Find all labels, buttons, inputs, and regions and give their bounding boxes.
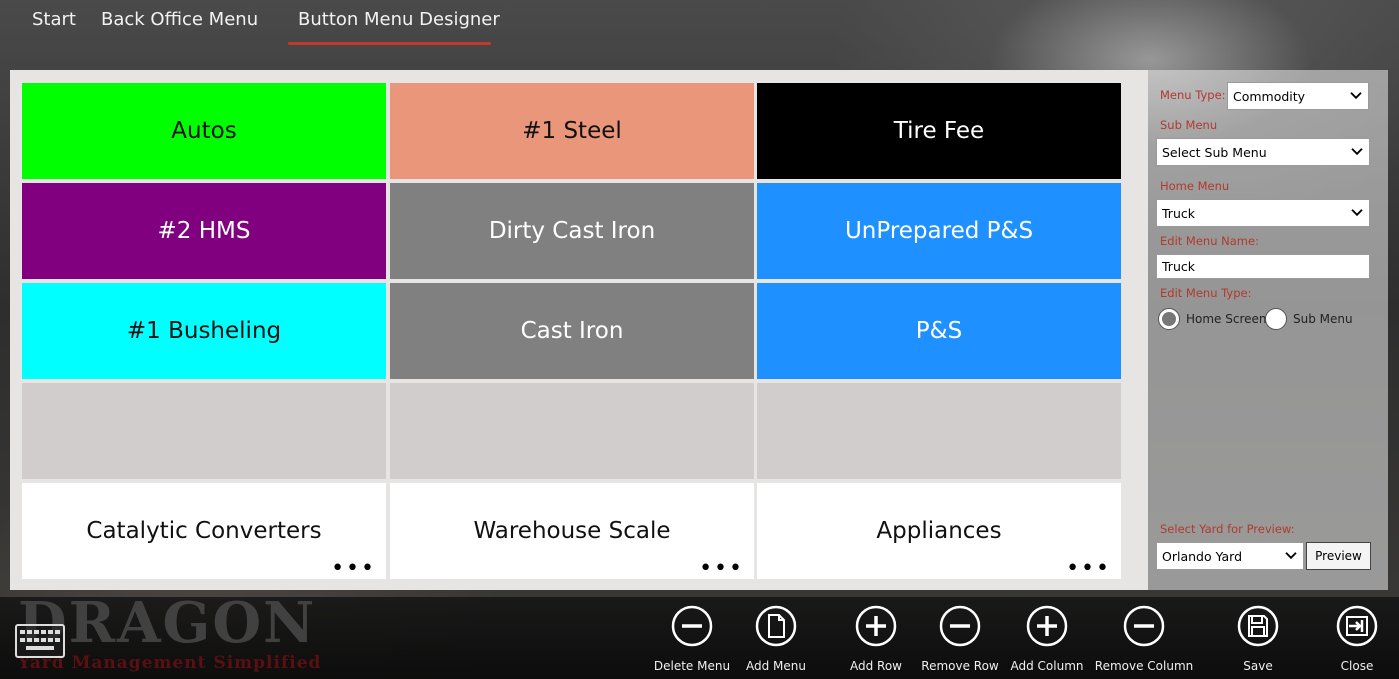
sub-menu-label: Sub Menu (1160, 118, 1218, 132)
menu-button-cell[interactable]: #2 HMS (22, 183, 386, 279)
button-grid: Autos #1 Steel Tire Fee #2 HMS Dirty Cast Ir… (22, 83, 1122, 580)
radio-unselected-icon (1265, 308, 1287, 330)
more-options-icon[interactable]: ••• (1066, 558, 1111, 580)
nav-button-menu-designer[interactable]: Button Menu Designer (298, 9, 500, 30)
menu-button-cell[interactable]: Autos (22, 83, 386, 179)
nav-start[interactable]: Start (32, 9, 76, 30)
select-yard-label: Select Yard for Preview: (1160, 522, 1295, 536)
chevron-down-icon (1351, 209, 1363, 217)
menu-button-cell[interactable]: #1 Busheling (22, 283, 386, 379)
exit-icon (1336, 605, 1378, 647)
menu-type-select[interactable]: Commodity (1227, 82, 1369, 110)
menu-button-label: UnPrepared P&S (844, 218, 1034, 244)
add-menu-button[interactable]: Add Menu (726, 604, 826, 679)
more-options-icon[interactable]: ••• (699, 558, 744, 580)
radio-home-screen-label: Home Screen (1186, 312, 1267, 326)
home-menu-select[interactable]: Truck (1156, 199, 1370, 227)
radio-sub-menu-label: Sub Menu (1293, 312, 1353, 326)
preview-button[interactable]: Preview (1306, 542, 1371, 570)
close-button[interactable]: Close (1307, 604, 1399, 679)
menu-button-label: Warehouse Scale (473, 518, 671, 544)
remove-row-label: Remove Row (921, 659, 999, 673)
plus-circle-icon (855, 605, 897, 647)
save-button[interactable]: Save (1208, 604, 1308, 679)
minus-circle-icon (1123, 605, 1165, 647)
sub-menu-value: Select Sub Menu (1162, 144, 1267, 160)
save-icon (1237, 605, 1279, 647)
add-column-label: Add Column (1010, 659, 1084, 673)
radio-home-screen[interactable]: Home Screen (1158, 308, 1267, 330)
menu-button-label: #1 Steel (522, 118, 622, 144)
radio-sub-menu[interactable]: Sub Menu (1265, 308, 1353, 330)
menu-button-label: Cast Iron (520, 318, 624, 344)
menu-type-value: Commodity (1233, 88, 1306, 104)
nav-back-office-menu[interactable]: Back Office Menu (101, 9, 258, 30)
sub-menu-select[interactable]: Select Sub Menu (1156, 138, 1370, 166)
remove-column-button[interactable]: Remove Column (1094, 604, 1194, 679)
minus-circle-icon (671, 605, 713, 647)
menu-button-label: Autos (171, 118, 237, 144)
menu-type-label: Menu Type: (1160, 88, 1226, 102)
edit-menu-type-label: Edit Menu Type: (1160, 286, 1252, 300)
menu-button-cell[interactable]: Tire Fee (757, 83, 1121, 179)
add-column-button[interactable]: Add Column (997, 604, 1097, 679)
chevron-down-icon (1285, 552, 1297, 560)
menu-button-cell[interactable]: Dirty Cast Iron (390, 183, 754, 279)
remove-column-label: Remove Column (1094, 659, 1194, 673)
keyboard-icon[interactable] (15, 624, 65, 658)
home-menu-value: Truck (1162, 205, 1195, 221)
menu-button-label: Tire Fee (893, 118, 985, 144)
chevron-down-icon (1351, 148, 1363, 156)
menu-button-cell[interactable]: UnPrepared P&S (757, 183, 1121, 279)
menu-button-label: Dirty Cast Iron (488, 218, 656, 244)
menu-button-cell[interactable] (757, 383, 1121, 479)
yard-select-value: Orlando Yard (1162, 548, 1243, 564)
menu-button-cell[interactable] (22, 383, 386, 479)
yard-select[interactable]: Orlando Yard (1156, 542, 1304, 570)
minus-circle-icon (939, 605, 981, 647)
edit-menu-name-input[interactable]: Truck (1156, 254, 1370, 279)
close-label: Close (1340, 659, 1374, 673)
menu-button-label: P&S (915, 318, 963, 344)
chevron-down-icon (1350, 92, 1362, 100)
menu-button-label: #1 Busheling (126, 318, 282, 344)
edit-menu-name-value: Truck (1162, 259, 1195, 274)
home-menu-label: Home Menu (1160, 179, 1230, 193)
menu-button-label: Appliances (876, 518, 1002, 544)
more-options-icon[interactable]: ••• (331, 558, 376, 580)
menu-button-cell[interactable]: Catalytic Converters ••• (22, 483, 386, 580)
menu-button-cell[interactable]: P&S (757, 283, 1121, 379)
edit-menu-name-label: Edit Menu Name: (1160, 234, 1259, 248)
active-tab-indicator (288, 42, 491, 45)
menu-button-label: #2 HMS (157, 218, 251, 244)
menu-button-cell[interactable] (390, 383, 754, 479)
remove-row-button[interactable]: Remove Row (910, 604, 1010, 679)
page-icon (755, 605, 797, 647)
top-nav: Start Back Office Menu Button Menu Desig… (0, 0, 1399, 60)
plus-circle-icon (1026, 605, 1068, 647)
save-label: Save (1243, 659, 1273, 673)
menu-button-label: Catalytic Converters (86, 518, 322, 544)
radio-selected-icon (1158, 308, 1180, 330)
menu-button-cell[interactable]: Appliances ••• (757, 483, 1121, 580)
menu-button-cell[interactable]: Cast Iron (390, 283, 754, 379)
menu-button-cell[interactable]: #1 Steel (390, 83, 754, 179)
menu-button-cell[interactable]: Warehouse Scale ••• (390, 483, 754, 580)
add-menu-label: Add Menu (746, 659, 806, 673)
